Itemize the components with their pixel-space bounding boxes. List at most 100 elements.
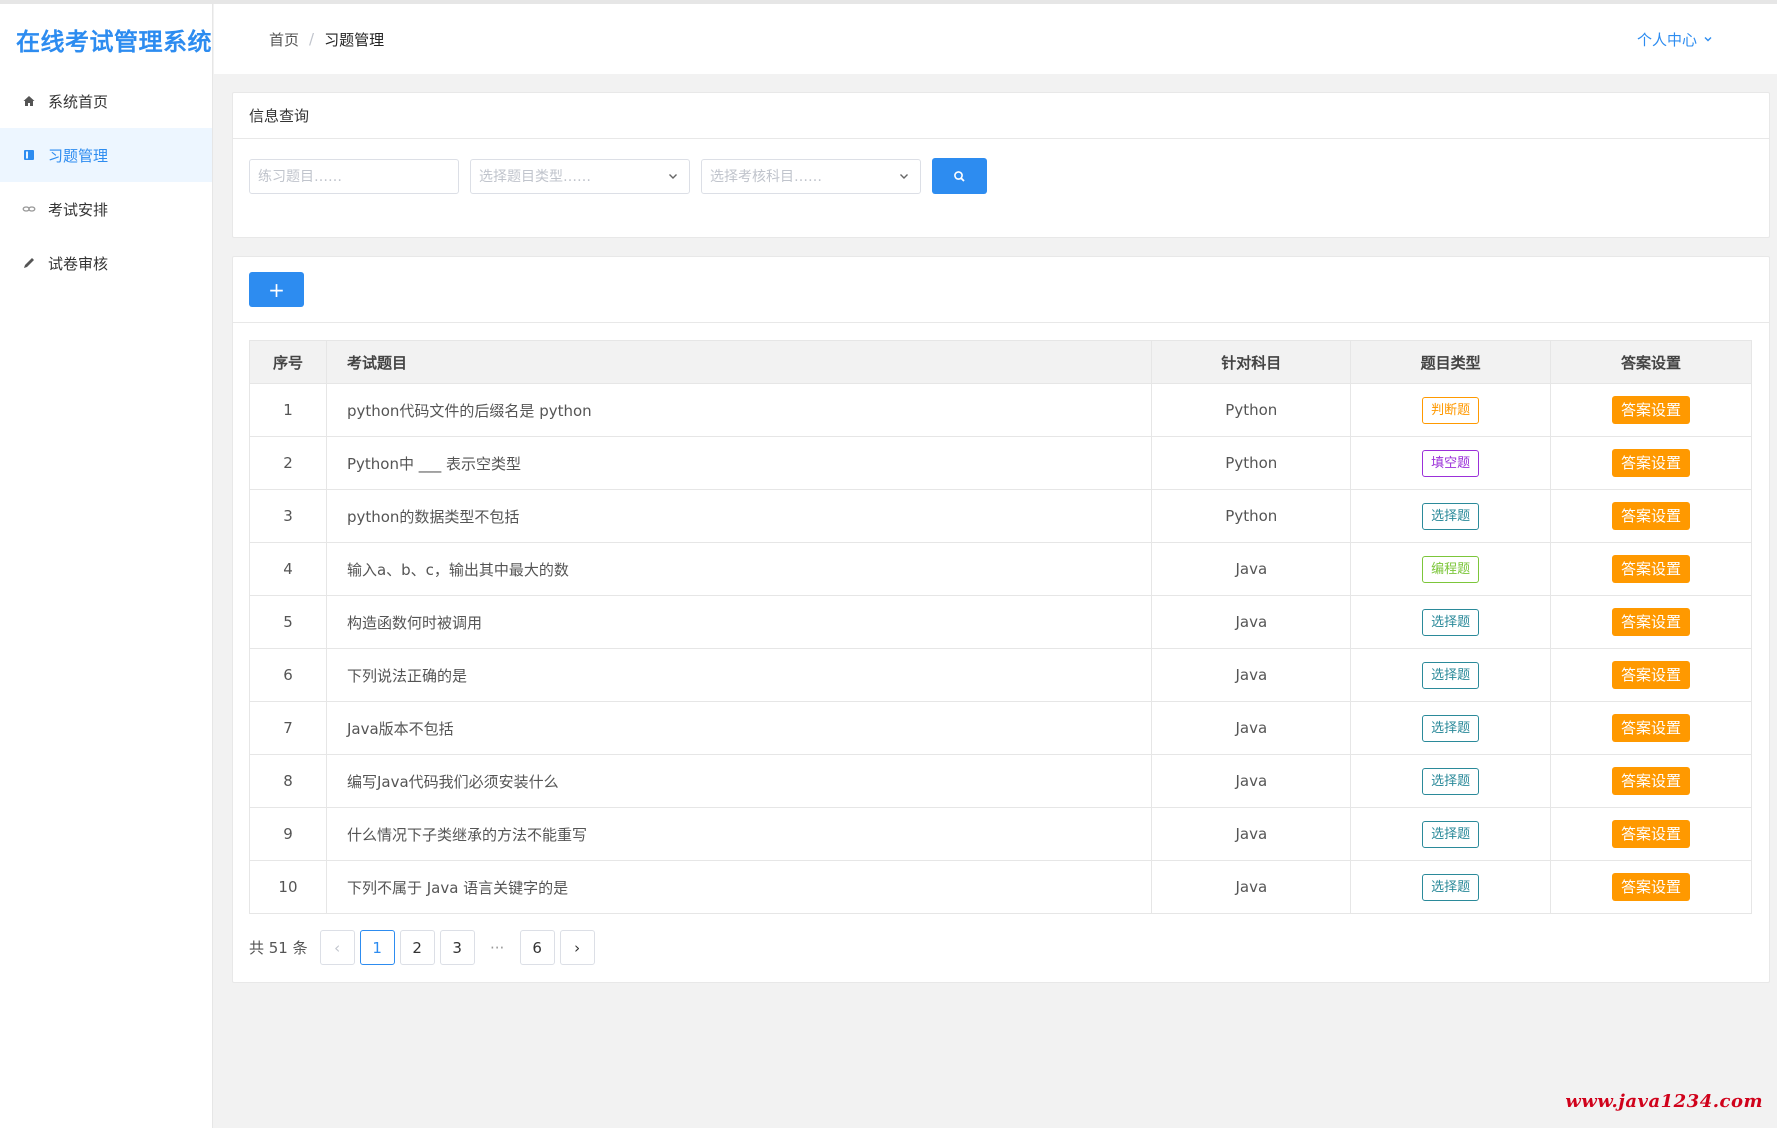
row-action-cell: 答案设置 bbox=[1550, 542, 1752, 596]
subject-placeholder: 选择考核科目…… bbox=[710, 169, 822, 185]
table-row: 1 python代码文件的后缀名是 python Python 判断题 答案设置 bbox=[249, 383, 1752, 437]
sidebar-item-label: 考试安排 bbox=[48, 200, 109, 219]
question-type-placeholder: 选择题目类型…… bbox=[479, 169, 591, 185]
answer-settings-button[interactable]: 答案设置 bbox=[1612, 767, 1691, 795]
search-button[interactable] bbox=[932, 158, 987, 194]
row-question: Java版本不包括 bbox=[325, 701, 1153, 755]
row-question: Python中 ___ 表示空类型 bbox=[325, 436, 1153, 490]
chevron-down-icon bbox=[669, 173, 677, 179]
answer-settings-button[interactable]: 答案设置 bbox=[1612, 396, 1691, 424]
book-icon bbox=[22, 148, 36, 162]
question-type-select[interactable]: 选择题目类型…… bbox=[470, 158, 690, 194]
row-type-cell: 选择题 bbox=[1350, 701, 1552, 755]
table-row: 9 什么情况下子类继承的方法不能重写 Java 选择题 答案设置 bbox=[249, 807, 1752, 861]
answer-settings-button[interactable]: 答案设置 bbox=[1612, 873, 1691, 901]
sidebar-item-exam-schedule[interactable]: 考试安排 bbox=[0, 182, 212, 236]
row-action-cell: 答案设置 bbox=[1550, 489, 1752, 543]
row-action-cell: 答案设置 bbox=[1550, 807, 1752, 861]
row-index: 3 bbox=[249, 489, 327, 543]
column-header-type: 题目类型 bbox=[1350, 340, 1552, 384]
breadcrumb-home[interactable]: 首页 bbox=[269, 29, 299, 50]
pagination-page-1[interactable]: 1 bbox=[359, 930, 395, 965]
list-toolbar: + bbox=[233, 257, 1769, 323]
table-header-row: 序号 考试题目 针对科目 题目类型 答案设置 bbox=[249, 340, 1752, 384]
answer-settings-button[interactable]: 答案设置 bbox=[1612, 449, 1691, 477]
pagination-next-button[interactable]: › bbox=[559, 930, 595, 965]
sidebar-item-paper-review[interactable]: 试卷审核 bbox=[0, 236, 212, 290]
question-table: 序号 考试题目 针对科目 题目类型 答案设置 1 python代码文件的后缀名是 … bbox=[249, 340, 1752, 914]
chevron-left-icon: ‹ bbox=[334, 938, 341, 957]
row-index: 4 bbox=[249, 542, 327, 596]
row-index: 2 bbox=[249, 436, 327, 490]
answer-settings-button[interactable]: 答案设置 bbox=[1612, 820, 1691, 848]
breadcrumb-current: 习题管理 bbox=[324, 30, 385, 49]
question-search-placeholder: 练习题目…… bbox=[258, 169, 342, 185]
question-type-tag: 选择题 bbox=[1422, 661, 1480, 689]
site-watermark: www.java1234.com bbox=[1565, 1091, 1763, 1112]
row-index: 6 bbox=[249, 648, 327, 702]
query-panel-title: 信息查询 bbox=[233, 93, 1769, 139]
question-list-panel: + 序号 考试题目 针对科目 题目类型 答案设置 1 python代码文件的后缀名… bbox=[232, 256, 1770, 983]
row-type-cell: 判断题 bbox=[1350, 383, 1552, 437]
sidebar-item-label: 习题管理 bbox=[48, 146, 109, 165]
add-question-button[interactable]: + bbox=[249, 272, 304, 307]
row-subject: Java bbox=[1151, 701, 1352, 755]
pagination-page-last[interactable]: 6 bbox=[519, 930, 555, 965]
table-row: 6 下列说法正确的是 Java 选择题 答案设置 bbox=[249, 648, 1752, 702]
question-search-input[interactable]: 练习题目…… bbox=[249, 158, 459, 194]
pagination-page-3[interactable]: 3 bbox=[439, 930, 475, 965]
pagination-prev-button[interactable]: ‹ bbox=[319, 930, 355, 965]
row-index: 9 bbox=[249, 807, 327, 861]
row-type-cell: 选择题 bbox=[1350, 754, 1552, 808]
row-action-cell: 答案设置 bbox=[1550, 648, 1752, 702]
column-header-answer-settings: 答案设置 bbox=[1550, 340, 1752, 384]
pagination-ellipsis[interactable]: ··· bbox=[480, 930, 515, 965]
row-subject: Java bbox=[1151, 807, 1352, 861]
row-question: 编写Java代码我们必须安装什么 bbox=[325, 754, 1153, 808]
answer-settings-button[interactable]: 答案设置 bbox=[1612, 555, 1691, 583]
question-type-tag: 编程题 bbox=[1422, 555, 1480, 583]
table-row: 7 Java版本不包括 Java 选择题 答案设置 bbox=[249, 701, 1752, 755]
row-index: 5 bbox=[249, 595, 327, 649]
row-subject: Java bbox=[1151, 542, 1352, 596]
home-icon bbox=[22, 94, 36, 108]
sidebar-item-home[interactable]: 系统首页 bbox=[0, 74, 212, 128]
row-question: python的数据类型不包括 bbox=[325, 489, 1153, 543]
question-type-tag: 选择题 bbox=[1422, 873, 1480, 901]
query-panel: 信息查询 练习题目…… 选择题目类型…… 选择考核科目…… bbox=[232, 92, 1770, 238]
question-type-tag: 选择题 bbox=[1422, 502, 1480, 530]
pencil-icon bbox=[22, 256, 36, 270]
subject-select[interactable]: 选择考核科目…… bbox=[701, 158, 921, 194]
query-form: 练习题目…… 选择题目类型…… 选择考核科目…… bbox=[233, 139, 1769, 194]
question-type-tag: 选择题 bbox=[1422, 820, 1480, 848]
answer-settings-button[interactable]: 答案设置 bbox=[1612, 661, 1691, 689]
question-type-tag: 选择题 bbox=[1422, 608, 1480, 636]
row-type-cell: 选择题 bbox=[1350, 489, 1552, 543]
answer-settings-button[interactable]: 答案设置 bbox=[1612, 714, 1691, 742]
row-type-cell: 选择题 bbox=[1350, 807, 1552, 861]
pagination: 共 51 条 ‹ 1 2 3 ··· 6 › bbox=[249, 930, 600, 965]
table-body: 1 python代码文件的后缀名是 python Python 判断题 答案设置 2 Pyt… bbox=[249, 383, 1752, 914]
question-type-tag: 选择题 bbox=[1422, 714, 1480, 742]
row-subject: Java bbox=[1151, 595, 1352, 649]
column-header-question: 考试题目 bbox=[325, 340, 1153, 384]
question-type-tag: 填空题 bbox=[1422, 449, 1480, 477]
user-center-menu[interactable]: 个人中心 bbox=[1637, 4, 1713, 74]
app-logo: 在线考试管理系统 bbox=[16, 27, 212, 56]
row-question: 什么情况下子类继承的方法不能重写 bbox=[325, 807, 1153, 861]
row-type-cell: 编程题 bbox=[1350, 542, 1552, 596]
sidebar-item-questions[interactable]: 习题管理 bbox=[0, 128, 212, 182]
answer-settings-button[interactable]: 答案设置 bbox=[1612, 608, 1691, 636]
pagination-page-2[interactable]: 2 bbox=[399, 930, 435, 965]
row-type-cell: 选择题 bbox=[1350, 595, 1552, 649]
question-type-tag: 判断题 bbox=[1422, 396, 1480, 424]
top-header: 首页 / 习题管理 个人中心 bbox=[214, 4, 1777, 74]
table-row: 5 构造函数何时被调用 Java 选择题 答案设置 bbox=[249, 595, 1752, 649]
row-type-cell: 选择题 bbox=[1350, 860, 1552, 914]
question-type-tag: 选择题 bbox=[1422, 767, 1480, 795]
answer-settings-button[interactable]: 答案设置 bbox=[1612, 502, 1691, 530]
row-index: 10 bbox=[249, 860, 327, 914]
row-subject: Java bbox=[1151, 860, 1352, 914]
row-action-cell: 答案设置 bbox=[1550, 754, 1752, 808]
link-icon bbox=[22, 202, 36, 216]
